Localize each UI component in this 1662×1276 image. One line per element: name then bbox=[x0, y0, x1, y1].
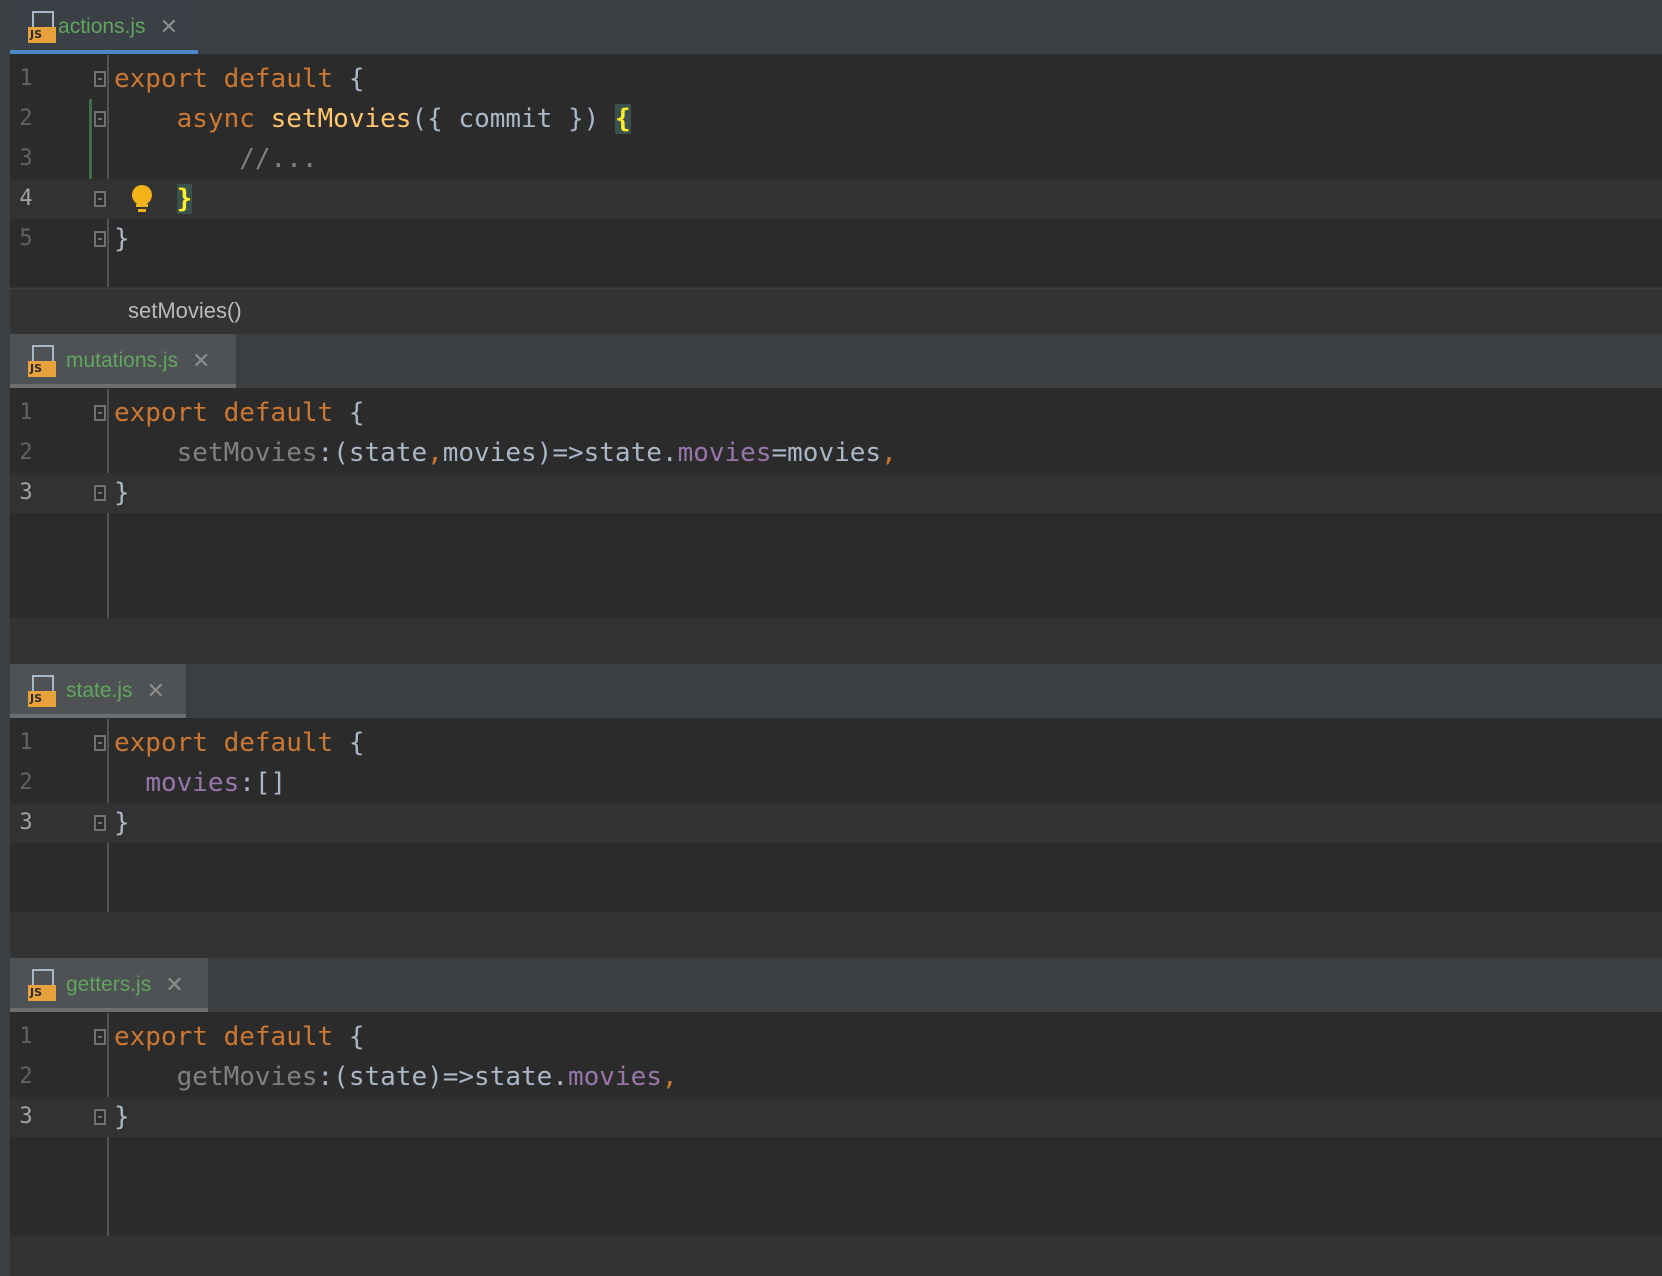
tab-getters-js[interactable]: JS getters.js ✕ bbox=[10, 958, 208, 1012]
tab-actions-js[interactable]: JS actions.js ✕ bbox=[10, 0, 198, 54]
line-number: 3 bbox=[19, 1104, 33, 1129]
code-line-current[interactable]: 3 } bbox=[10, 473, 1662, 513]
tab-label: state.js bbox=[66, 679, 133, 702]
code-line[interactable]: 2 getMovies:(state)=>state.movies, bbox=[10, 1057, 1662, 1097]
tab-indicator bbox=[10, 384, 236, 388]
code-editor[interactable]: 1 export default { 2 movies:[] 3 } bbox=[10, 719, 1662, 912]
code-text: export default { bbox=[114, 1022, 365, 1052]
tab-label: mutations.js bbox=[66, 349, 179, 372]
code-editor[interactable]: 1 export default { 2 setMovies:(state,mo… bbox=[10, 389, 1662, 618]
code-line[interactable]: 1 export default { bbox=[10, 393, 1662, 433]
fold-toggle-icon[interactable] bbox=[94, 71, 106, 87]
close-icon[interactable]: ✕ bbox=[147, 679, 165, 704]
fold-toggle-icon[interactable] bbox=[94, 1029, 106, 1045]
code-line[interactable]: 2 movies:[] bbox=[10, 763, 1662, 803]
code-line[interactable]: 2 async setMovies({ commit }) { bbox=[10, 99, 1662, 139]
tab-state-js[interactable]: JS state.js ✕ bbox=[10, 664, 186, 718]
js-file-icon: JS bbox=[28, 675, 56, 707]
line-number: 3 bbox=[19, 480, 33, 505]
code-text: export default { bbox=[114, 398, 365, 428]
code-line[interactable]: 2 setMovies:(state,movies)=>state.movies… bbox=[10, 433, 1662, 473]
tab-bar: JS actions.js ✕ bbox=[10, 0, 1662, 55]
line-number: 1 bbox=[19, 66, 33, 91]
window-left-edge bbox=[0, 0, 10, 1276]
code-text: setMovies:(state,movies)=>state.movies=m… bbox=[176, 438, 897, 468]
code-line-current[interactable]: 3 } bbox=[10, 1097, 1662, 1137]
code-line[interactable]: 1 export default { bbox=[10, 1017, 1662, 1057]
line-number: 2 bbox=[19, 440, 33, 465]
line-number: 2 bbox=[19, 770, 33, 795]
code-text: export default { bbox=[114, 64, 365, 94]
fold-toggle-icon[interactable] bbox=[94, 735, 106, 751]
fold-toggle-icon[interactable] bbox=[94, 191, 106, 207]
js-file-icon: JS bbox=[28, 11, 56, 43]
tab-indicator bbox=[10, 1008, 208, 1012]
line-number: 5 bbox=[19, 226, 33, 251]
code-line[interactable]: 1 export default { bbox=[10, 723, 1662, 763]
breadcrumb-item[interactable]: setMovies() bbox=[128, 289, 242, 333]
js-file-icon: JS bbox=[28, 969, 56, 1001]
tab-label: getters.js bbox=[66, 973, 152, 996]
close-icon[interactable]: ✕ bbox=[192, 349, 210, 374]
code-text: } bbox=[114, 808, 130, 838]
close-icon[interactable]: ✕ bbox=[165, 973, 183, 998]
fold-toggle-icon[interactable] bbox=[94, 485, 106, 501]
code-text: getMovies:(state)=>state.movies, bbox=[176, 1062, 678, 1092]
code-line[interactable]: 3 //... bbox=[10, 139, 1662, 179]
fold-toggle-icon[interactable] bbox=[94, 1109, 106, 1125]
js-file-icon: JS bbox=[28, 345, 56, 377]
tab-bar: JS mutations.js ✕ bbox=[10, 334, 1662, 389]
line-number: 1 bbox=[19, 730, 33, 755]
code-text: } bbox=[114, 224, 130, 254]
line-number: 3 bbox=[19, 810, 33, 835]
tab-bar: JS getters.js ✕ bbox=[10, 958, 1662, 1013]
code-line-current[interactable]: 3 } bbox=[10, 803, 1662, 843]
tab-label: actions.js bbox=[58, 15, 146, 38]
editor-pane-state: JS state.js ✕ 1 export default { 2 movie… bbox=[10, 664, 1662, 912]
tab-bar: JS state.js ✕ bbox=[10, 664, 1662, 719]
code-editor[interactable]: 1 export default { 2 async setMovies({ c… bbox=[10, 55, 1662, 287]
matched-brace: { bbox=[614, 104, 631, 134]
line-number: 2 bbox=[19, 106, 33, 131]
tab-mutations-js[interactable]: JS mutations.js ✕ bbox=[10, 334, 236, 388]
line-number: 1 bbox=[19, 400, 33, 425]
close-icon[interactable]: ✕ bbox=[160, 15, 178, 40]
breadcrumb: setMovies() bbox=[10, 288, 1662, 333]
fold-toggle-icon[interactable] bbox=[94, 231, 106, 247]
code-text: movies:[] bbox=[145, 768, 287, 798]
line-number: 3 bbox=[19, 146, 33, 171]
line-number: 1 bbox=[19, 1024, 33, 1049]
code-text: } bbox=[114, 478, 130, 508]
matched-brace: } bbox=[176, 184, 193, 214]
fold-toggle-icon[interactable] bbox=[94, 111, 106, 127]
code-line[interactable]: 5 } bbox=[10, 219, 1662, 259]
editor-pane-getters: JS getters.js ✕ 1 export default { 2 get… bbox=[10, 958, 1662, 1236]
line-number: 2 bbox=[19, 1064, 33, 1089]
code-line-current[interactable]: 4 } bbox=[10, 179, 1662, 219]
code-text: export default { bbox=[114, 728, 365, 758]
editor-pane-mutations: JS mutations.js ✕ 1 export default { 2 s… bbox=[10, 334, 1662, 618]
editor-pane-actions: JS actions.js ✕ 1 export default { 2 asy… bbox=[10, 0, 1662, 333]
fold-toggle-icon[interactable] bbox=[94, 815, 106, 831]
code-text: } bbox=[114, 1102, 130, 1132]
line-number: 4 bbox=[19, 186, 33, 211]
fold-toggle-icon[interactable] bbox=[94, 405, 106, 421]
code-editor[interactable]: 1 export default { 2 getMovies:(state)=>… bbox=[10, 1013, 1662, 1236]
code-text: async setMovies({ commit }) { bbox=[176, 104, 631, 134]
active-tab-indicator bbox=[10, 50, 198, 54]
tab-indicator bbox=[10, 714, 186, 718]
code-text: } bbox=[114, 179, 193, 219]
code-text: //... bbox=[239, 144, 318, 174]
code-line[interactable]: 1 export default { bbox=[10, 59, 1662, 99]
